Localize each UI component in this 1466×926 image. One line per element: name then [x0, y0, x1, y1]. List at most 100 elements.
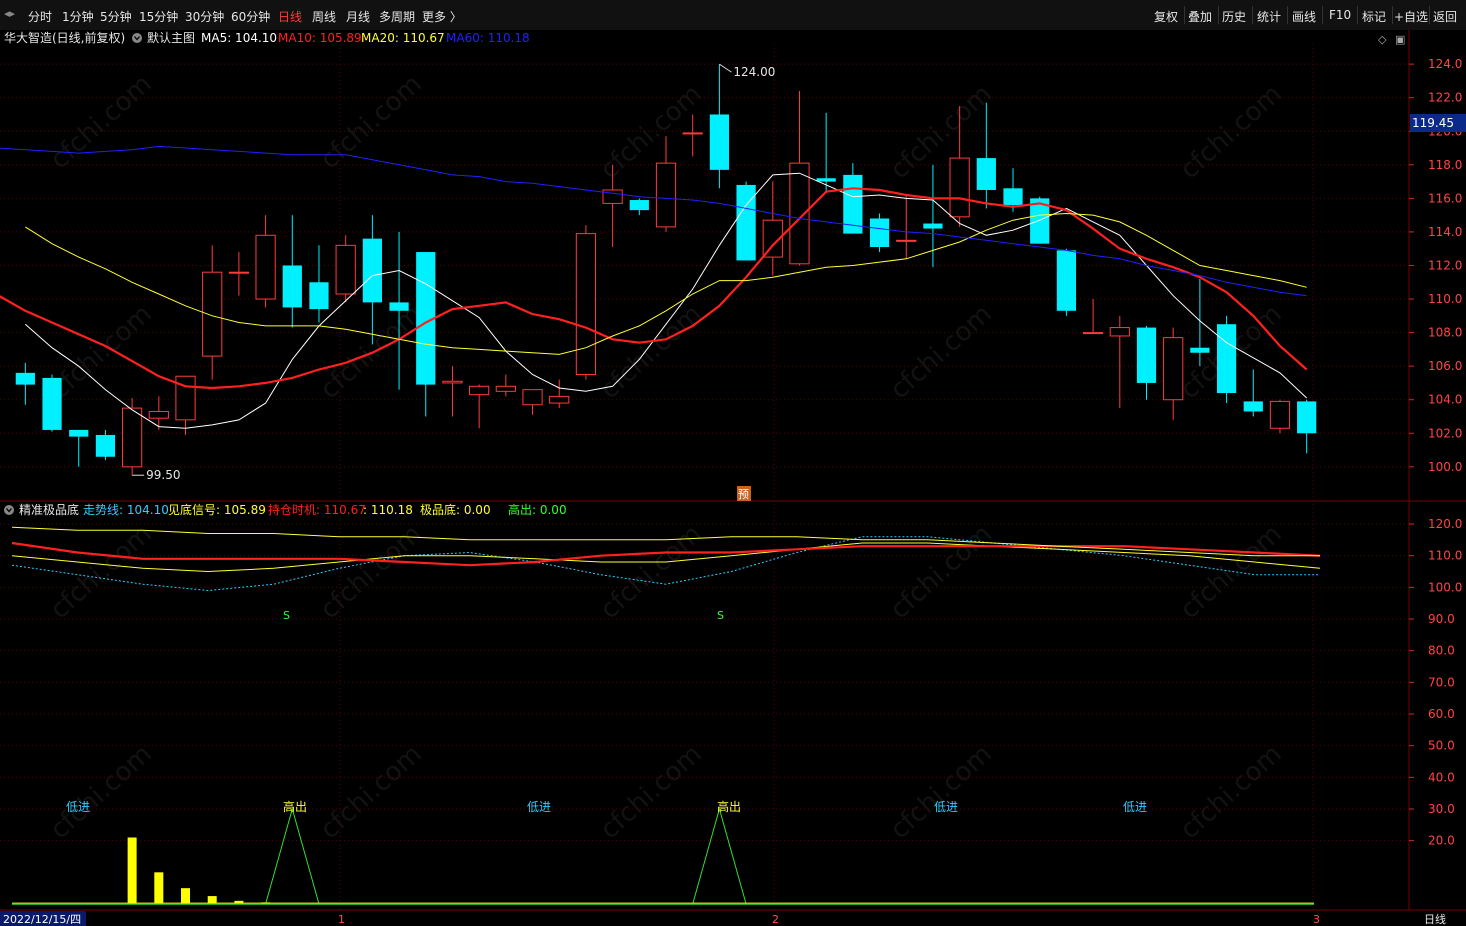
price-tick-label: 100.0: [1428, 460, 1462, 474]
indicator-tick-label: 80.0: [1428, 644, 1455, 658]
candle-body-down: [709, 114, 729, 170]
candle-body-down: [95, 434, 116, 457]
price-tick-label: 122.0: [1428, 91, 1462, 105]
candle-body-down: [69, 429, 89, 437]
template-dropdown[interactable]: [132, 33, 142, 43]
diamond-icon[interactable]: ◇: [1378, 33, 1387, 46]
candle-body-down: [629, 200, 649, 211]
sell-high-label: 高出: 0.00: [508, 502, 567, 517]
candle-body-up: [335, 244, 356, 295]
candle-body-up: [655, 162, 677, 228]
candle-body-down: [1297, 401, 1317, 434]
ma5-label: MA5: 104.10: [201, 31, 277, 45]
candle-body-up: [549, 395, 570, 404]
candle-body-up: [575, 233, 597, 376]
price-tick-label: 124.0: [1428, 57, 1462, 71]
indicator-dropdown[interactable]: [4, 505, 14, 515]
layout-icon[interactable]: ▣: [1395, 33, 1405, 46]
signal-bar: [127, 837, 137, 904]
candle-body-down: [976, 158, 996, 190]
sell-high-annotation-1: 高出: [283, 799, 307, 814]
max-price-annotation: 124.00: [733, 65, 775, 79]
candle-body-down: [282, 265, 302, 308]
candle-body-down: [309, 282, 329, 310]
signal-s-2: S: [717, 609, 724, 622]
indicator-tick-label: 50.0: [1428, 739, 1455, 753]
candle-body-down: [816, 178, 836, 182]
candle-body-up: [255, 234, 276, 300]
signal-bar: [154, 872, 164, 904]
candle-body-down: [42, 377, 62, 430]
candle-body-up: [1269, 400, 1291, 429]
price-tick-label: 112.0: [1428, 258, 1462, 272]
buy-low-annotation-3: 低进: [934, 800, 958, 814]
candle-body-up: [469, 385, 490, 396]
price-tick-label: 110.0: [1428, 292, 1462, 306]
period-indicator: 日线: [1424, 912, 1446, 926]
candle-body-up: [789, 162, 810, 265]
trend-line-label: 走势线: 104.10: [83, 503, 169, 517]
candle-body-down: [362, 238, 382, 303]
premium-bottom-label: 极品底: 0.00: [420, 502, 491, 517]
indicator-tick-label: 30.0: [1428, 802, 1455, 816]
ma10-label: MA10: 105.89: [278, 31, 362, 45]
candle-body-down: [1003, 188, 1023, 206]
candle-body-down: [923, 223, 943, 229]
month-mark-mar: 3: [1313, 913, 1320, 926]
price-tick-label: 102.0: [1428, 426, 1462, 440]
candle-body-up: [202, 271, 223, 357]
signal-s-1: S: [283, 609, 290, 622]
template-label[interactable]: 默认主图: [147, 30, 195, 45]
bottom-signal-label: 见底信号: 105.89: [168, 502, 266, 517]
unnamed-line-label: : 110.18: [363, 503, 413, 517]
indicator-tick-label: 110.0: [1428, 549, 1462, 563]
price-tick-label: 106.0: [1428, 359, 1462, 373]
candle-body-down: [1216, 324, 1237, 394]
forecast-badge-label: 预: [738, 488, 749, 501]
candle-body-up: [522, 389, 543, 406]
candle-body-up: [148, 410, 169, 419]
stock-title: 华大智造(日线,前复权): [4, 30, 125, 45]
candle-body-down: [15, 372, 35, 385]
price-tick-label: 108.0: [1428, 326, 1462, 340]
buy-low-annotation-1: 低进: [66, 800, 90, 814]
price-tick-label: 116.0: [1428, 191, 1462, 205]
candle-body-up: [1163, 337, 1184, 401]
ma20-label: MA20: 110.67: [361, 31, 445, 45]
indicator-tick-label: 40.0: [1428, 770, 1455, 784]
candle-body-up: [1109, 327, 1130, 337]
candle-body-down: [736, 184, 756, 261]
price-tick-label: 104.0: [1428, 393, 1462, 407]
candle-body-up: [682, 132, 703, 135]
candle-body-up: [495, 385, 516, 392]
price-tick-label: 114.0: [1428, 225, 1462, 239]
price-tick-label: 118.0: [1428, 158, 1462, 172]
indicator-tick-label: 100.0: [1428, 580, 1462, 594]
month-mark-jan: 1: [338, 913, 345, 926]
indicator-tick-label: 60.0: [1428, 707, 1455, 721]
indicator-tick-label: 120.0: [1428, 517, 1462, 531]
indicator-tick-label: 20.0: [1428, 834, 1455, 848]
month-mark-feb: 2: [772, 913, 779, 926]
indicator-tick-label: 90.0: [1428, 612, 1455, 626]
candle-body-down: [869, 218, 890, 248]
hold-timing-label: 持仓时机: 110.67: [268, 502, 366, 517]
current-price-value: 119.45: [1412, 116, 1454, 130]
ma60-label: MA60: 110.18: [446, 31, 530, 45]
candle-body-down: [389, 302, 409, 311]
indicator-title[interactable]: 精准极品底: [19, 502, 79, 517]
buy-low-annotation-2: 低进: [527, 800, 551, 814]
candle-body-up: [228, 271, 250, 274]
chart-canvas[interactable]: cfchi.com cfchi.com cfchi.com cfchi.com cfch…: [0, 0, 1466, 926]
candle-body-down: [1190, 347, 1210, 353]
min-price-annotation: 99.50: [146, 468, 180, 482]
indicator-tick-label: 70.0: [1428, 675, 1455, 689]
candle-body-up: [896, 239, 917, 242]
candle-body-up: [122, 407, 143, 468]
signal-bar: [181, 888, 191, 904]
candle-body-up: [442, 380, 463, 384]
candle-body-down: [1056, 250, 1077, 311]
candle-body-down: [1243, 401, 1263, 412]
candle-body-up: [949, 157, 970, 218]
buy-low-annotation-4: 低进: [1123, 800, 1147, 814]
